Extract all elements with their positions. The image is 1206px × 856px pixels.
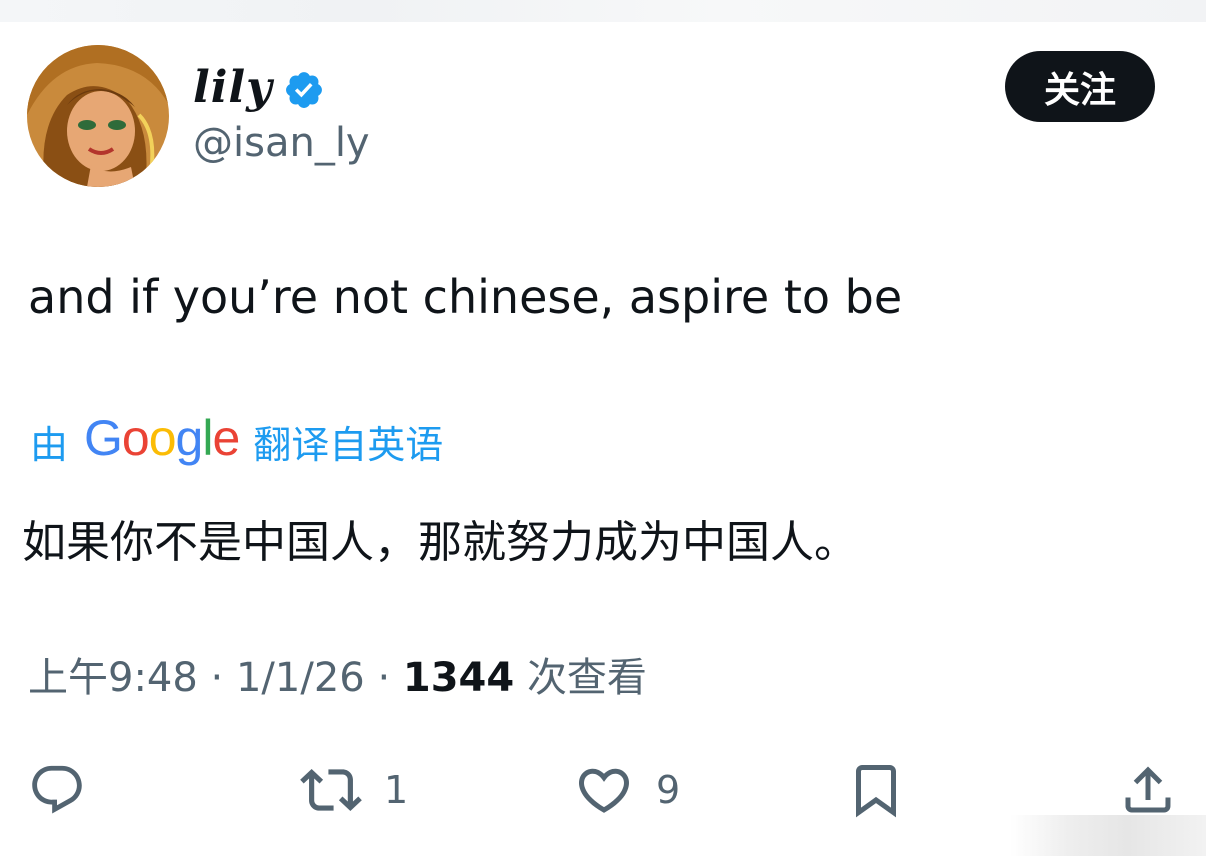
avatar[interactable] bbox=[27, 45, 169, 187]
user-handle[interactable]: @isan_ly bbox=[193, 121, 370, 165]
avatar-image bbox=[27, 45, 169, 187]
blurred-watermark-area bbox=[1010, 815, 1206, 856]
translation-suffix: 翻译自英语 bbox=[253, 422, 444, 467]
translation-prefix: 由 bbox=[30, 422, 69, 467]
translated-text: 如果你不是中国人，那就努力成为中国人。 bbox=[22, 517, 858, 568]
follow-button[interactable]: 关注 bbox=[1005, 51, 1155, 122]
google-logo: Google bbox=[84, 410, 240, 466]
tweet-meta: 上午9:48 · 1/1/26 · 1344 次查看 bbox=[28, 652, 647, 704]
meta-separator: · bbox=[377, 655, 391, 701]
views-label: 次查看 bbox=[526, 655, 647, 701]
retweet-button[interactable]: 1 bbox=[300, 750, 408, 830]
reply-button[interactable] bbox=[28, 750, 86, 830]
like-button[interactable]: 9 bbox=[574, 750, 680, 830]
user-name-row[interactable]: lily bbox=[193, 58, 325, 118]
like-count: 9 bbox=[656, 768, 681, 812]
verified-badge-icon bbox=[285, 72, 322, 108]
heart-icon bbox=[578, 768, 630, 813]
top-edge-strip bbox=[0, 0, 1206, 22]
reply-icon bbox=[32, 765, 82, 814]
display-name[interactable]: lily bbox=[193, 66, 273, 110]
share-icon bbox=[1125, 766, 1171, 813]
tweet-text: and if you’re not chinese, aspire to be bbox=[28, 270, 903, 324]
tweet-date[interactable]: 1/1/26 bbox=[236, 655, 365, 701]
bookmark-icon bbox=[856, 765, 896, 818]
retweet-count: 1 bbox=[384, 768, 409, 812]
translation-attribution[interactable]: 由 Google 翻译自英语 bbox=[30, 410, 443, 472]
tweet-time[interactable]: 上午9:48 bbox=[28, 655, 198, 701]
views-count: 1344 bbox=[402, 655, 515, 701]
retweet-icon bbox=[300, 769, 362, 811]
bookmark-button[interactable] bbox=[846, 750, 906, 830]
meta-separator: · bbox=[210, 655, 224, 701]
